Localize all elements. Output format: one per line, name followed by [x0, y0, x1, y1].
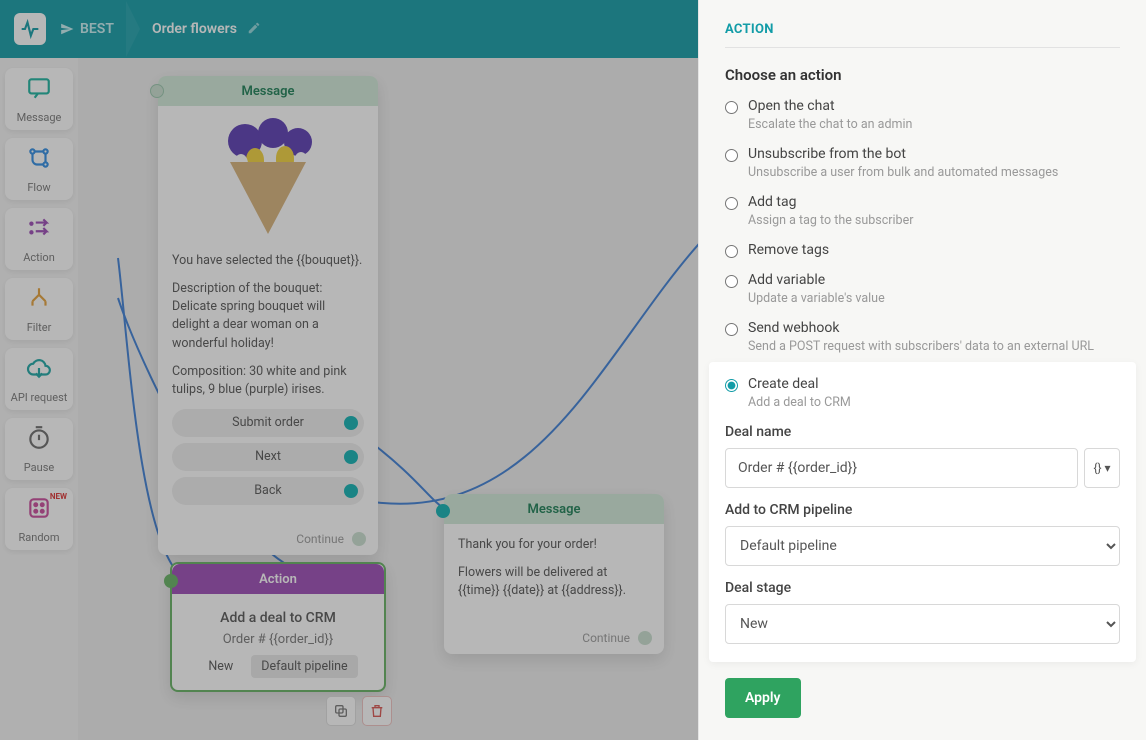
action-option-add-variable[interactable]: Add variable Update a variable's value [725, 272, 1120, 306]
option-label: Unsubscribe from the bot [748, 146, 1058, 162]
apply-button[interactable]: Apply [725, 678, 801, 718]
option-desc: Assign a tag to the subscriber [748, 213, 913, 228]
action-option-create-deal[interactable]: Create deal Add a deal to CRM [725, 376, 1120, 410]
option-desc: Unsubscribe a user from bulk and automat… [748, 165, 1058, 180]
radio-open-chat[interactable] [725, 101, 738, 114]
option-desc: Send a POST request with subscribers' da… [748, 339, 1094, 354]
radio-add-tag[interactable] [725, 197, 738, 210]
option-label: Add tag [748, 194, 913, 210]
option-label: Add variable [748, 272, 885, 288]
option-label: Remove tags [748, 242, 829, 258]
action-option-unsubscribe[interactable]: Unsubscribe from the bot Unsubscribe a u… [725, 146, 1120, 180]
action-option-open-chat[interactable]: Open the chat Escalate the chat to an ad… [725, 98, 1120, 132]
pipeline-label: Add to CRM pipeline [725, 502, 1120, 518]
panel-subheading: Choose an action [725, 66, 1120, 84]
option-label: Open the chat [748, 98, 912, 114]
radio-remove-tags[interactable] [725, 245, 738, 258]
stage-label: Deal stage [725, 580, 1120, 596]
radio-send-webhook[interactable] [725, 323, 738, 336]
deal-name-input[interactable] [725, 448, 1078, 488]
option-desc: Escalate the chat to an admin [748, 117, 912, 132]
action-settings-panel: ACTION Choose an action Open the chat Es… [698, 0, 1146, 740]
radio-create-deal[interactable] [725, 379, 738, 392]
radio-unsubscribe[interactable] [725, 149, 738, 162]
action-option-add-tag[interactable]: Add tag Assign a tag to the subscriber [725, 194, 1120, 228]
option-label: Create deal [748, 376, 851, 392]
action-option-remove-tags[interactable]: Remove tags [725, 242, 1120, 258]
option-label: Send webhook [748, 320, 1094, 336]
option-desc: Add a deal to CRM [748, 395, 851, 410]
option-desc: Update a variable's value [748, 291, 885, 306]
radio-add-variable[interactable] [725, 275, 738, 288]
pipeline-select[interactable]: Default pipeline [725, 526, 1120, 566]
deal-name-label: Deal name [725, 424, 1120, 440]
action-option-send-webhook[interactable]: Send webhook Send a POST request with su… [725, 320, 1120, 354]
panel-heading: ACTION [725, 22, 1120, 48]
insert-variable-button[interactable]: {} ▾ [1084, 448, 1120, 488]
stage-select[interactable]: New [725, 604, 1120, 644]
